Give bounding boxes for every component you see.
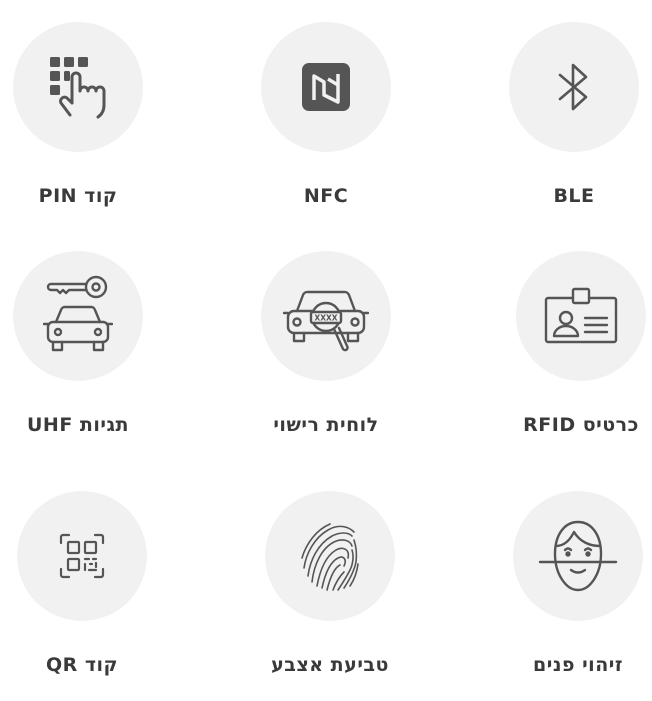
method-tile-uhf[interactable]: תגיות UHF: [0, 251, 178, 461]
fingerprint-icon: [301, 523, 359, 591]
method-label: קוד QR: [45, 654, 119, 676]
method-label: כרטיס RFID: [523, 414, 639, 436]
method-circle: [261, 22, 391, 152]
license-plate-search-icon: XXXX: [283, 290, 369, 352]
method-label: לוחית רישוי: [273, 414, 379, 436]
nfc-icon: [302, 63, 350, 111]
method-circle: [13, 22, 143, 152]
method-label: טביעת אצבע: [271, 654, 389, 676]
keypad-hand-icon: [50, 57, 106, 119]
method-circle: XXXX: [261, 251, 391, 381]
method-label: קוד PIN: [38, 185, 118, 207]
method-label: BLE: [553, 185, 595, 207]
method-circle: [17, 491, 147, 621]
method-circle: [513, 491, 643, 621]
bluetooth-icon: [558, 63, 588, 111]
method-label: NFC: [303, 185, 349, 207]
method-circle: [516, 251, 646, 381]
method-circle: [13, 251, 143, 381]
method-circle: [265, 491, 395, 621]
method-tile-face[interactable]: זיהוי פנים: [478, 491, 652, 701]
method-label: תגיות UHF: [27, 414, 129, 436]
car-key-icon: [43, 275, 113, 352]
svg-text:XXXX: XXXX: [314, 314, 337, 323]
method-circle: [509, 22, 639, 152]
face-recognition-icon: [538, 520, 618, 592]
id-card-icon: [544, 287, 618, 344]
method-label: זיהוי פנים: [533, 654, 623, 676]
method-tile-license-plate[interactable]: XXXX לוחית רישוי: [226, 251, 426, 461]
method-tile-fingerprint[interactable]: טביעת אצבע: [230, 491, 430, 701]
qr-code-icon: [59, 533, 105, 579]
method-tile-nfc[interactable]: NFC: [226, 22, 426, 232]
method-tile-pin[interactable]: קוד PIN: [0, 22, 178, 232]
method-tile-rfid[interactable]: כרטיס RFID: [481, 251, 652, 461]
access-methods-grid: קוד PIN NFC BLE תגיות UHF XXXX לוחית ריש…: [0, 0, 652, 683]
method-tile-qr[interactable]: קוד QR: [0, 491, 182, 701]
method-tile-ble[interactable]: BLE: [474, 22, 652, 232]
